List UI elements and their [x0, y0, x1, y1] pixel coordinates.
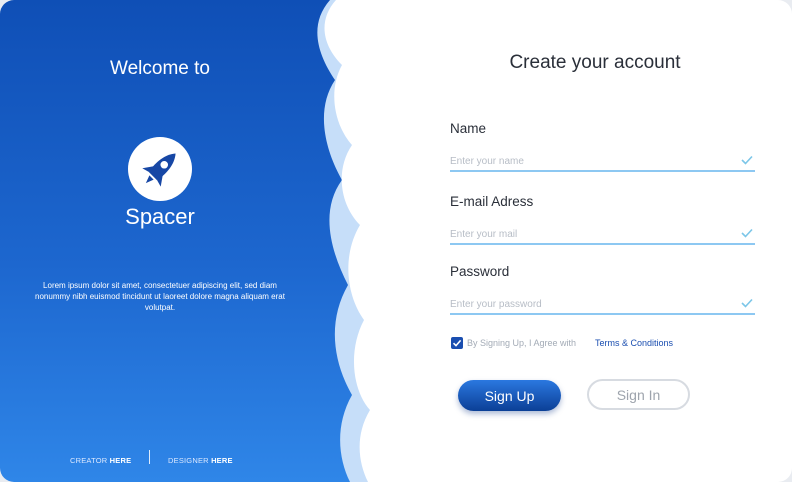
password-field[interactable] [450, 295, 755, 315]
creator-link[interactable]: HERE [110, 456, 132, 465]
email-input[interactable] [450, 225, 730, 243]
designer-label: DESIGNER [168, 456, 212, 465]
checkmark-icon [452, 339, 462, 347]
email-underline [450, 243, 755, 245]
welcome-text: Welcome to [110, 58, 210, 79]
check-icon [741, 155, 753, 165]
password-input[interactable] [450, 295, 730, 313]
sign-in-button[interactable]: Sign In [587, 379, 690, 410]
email-label: E-mail Adress [450, 194, 534, 209]
creator-credit[interactable]: CREATOR HERE [70, 456, 131, 465]
form-title: Create your account [509, 52, 681, 73]
sign-up-button[interactable]: Sign Up [458, 380, 561, 411]
signup-window: Welcome to Spacer Lorem ipsum dolor sit … [0, 0, 792, 482]
name-underline [450, 170, 755, 172]
email-field[interactable] [450, 225, 755, 245]
name-input[interactable] [450, 152, 730, 170]
description-text: Lorem ipsum dolor sit amet, consectetuer… [35, 281, 285, 312]
welcome-panel: Welcome to Spacer Lorem ipsum dolor sit … [0, 0, 410, 482]
creator-label: CREATOR [70, 456, 110, 465]
check-icon [741, 298, 753, 308]
name-field[interactable] [450, 152, 755, 172]
cloud-edge-decoration [317, 0, 410, 482]
agree-checkbox[interactable] [451, 337, 463, 349]
terms-link[interactable]: Terms & Conditions [595, 338, 673, 348]
footer-divider [149, 450, 150, 464]
password-label: Password [450, 264, 510, 279]
agree-text: By Signing Up, I Agree with [467, 338, 577, 348]
check-icon [741, 228, 753, 238]
rocket-icon [128, 137, 192, 201]
designer-link[interactable]: HERE [211, 456, 233, 465]
designer-credit[interactable]: DESIGNER HERE [168, 456, 233, 465]
brand-name: Spacer [125, 204, 195, 229]
name-label: Name [450, 121, 487, 136]
password-underline [450, 313, 755, 315]
